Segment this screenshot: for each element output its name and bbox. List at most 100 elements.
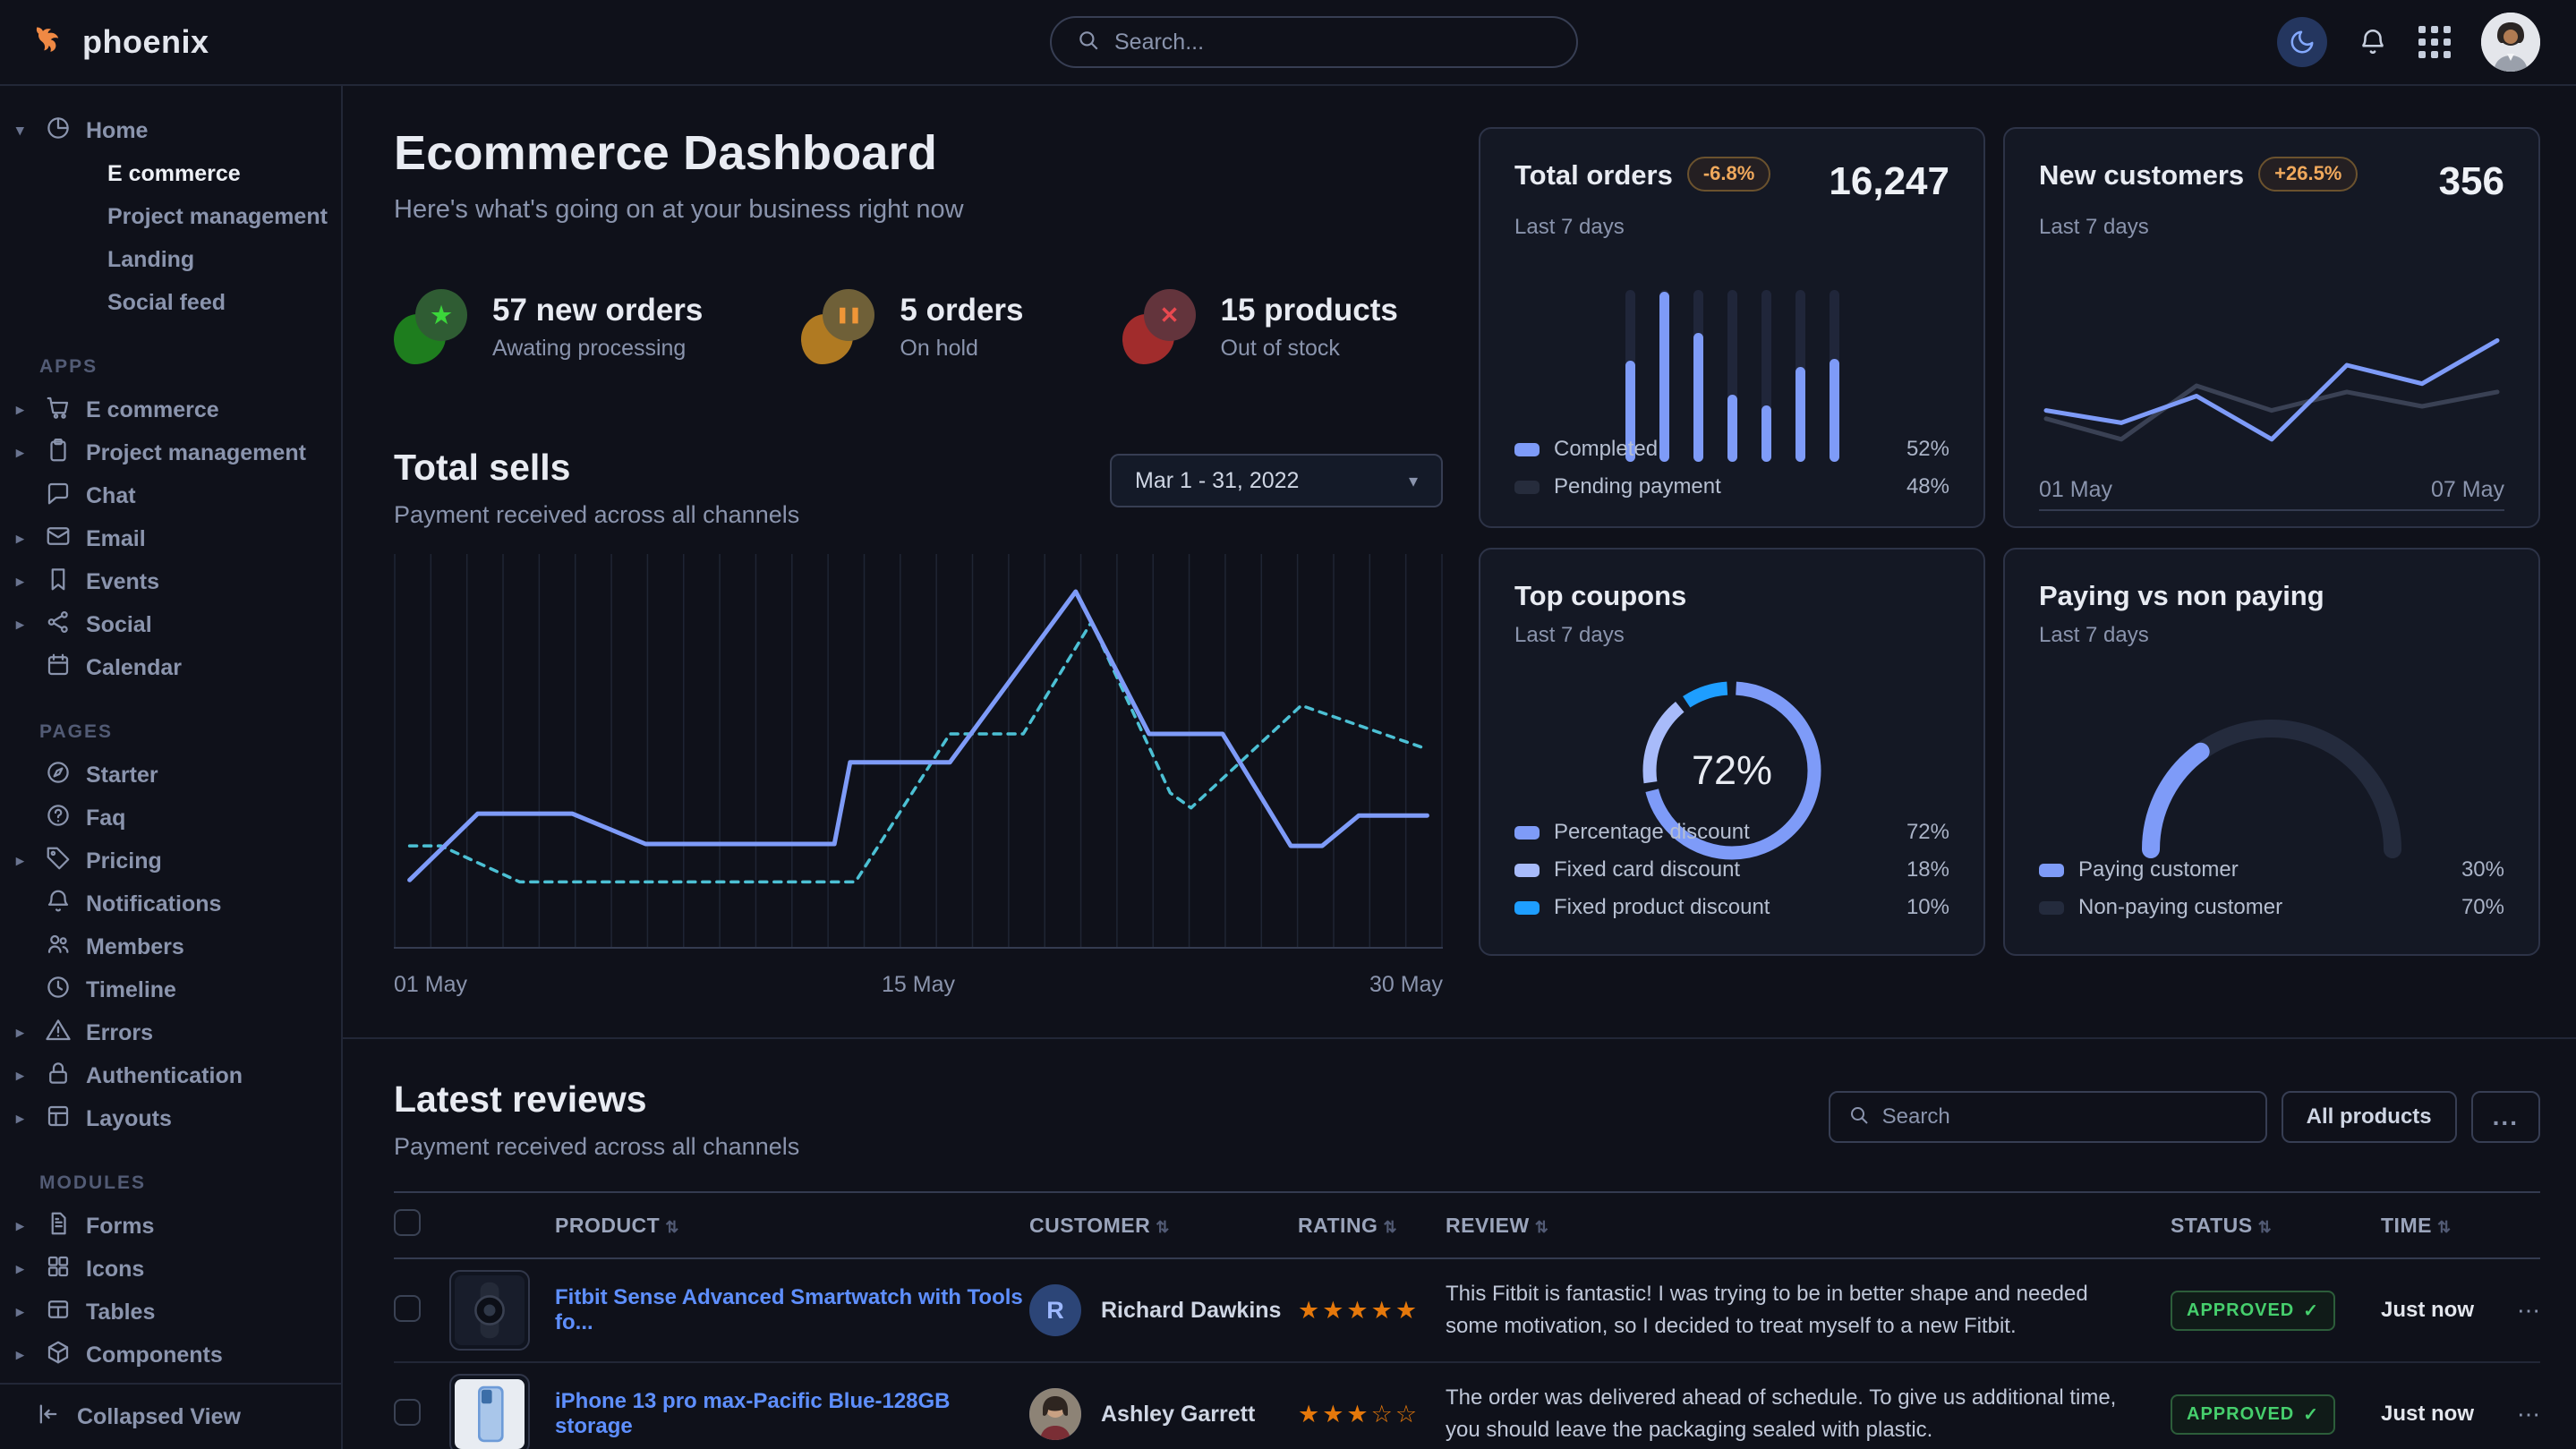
brand[interactable]: phoenix (30, 21, 343, 64)
sidebar-item-notifications[interactable]: Notifications (0, 882, 341, 925)
legend-label: Fixed product discount (1554, 895, 1770, 920)
sidebar-subitem-landing[interactable]: Landing (0, 238, 341, 281)
notifications-bell-icon[interactable] (2358, 27, 2388, 57)
caret-right-icon: ▸ (16, 1110, 30, 1128)
sidebar-subitem-social-feed[interactable]: Social feed (0, 281, 341, 324)
sidebar-item-starter[interactable]: Starter (0, 754, 341, 797)
check-icon: ✓ (2303, 1300, 2319, 1322)
total-orders-period: Last 7 days (1514, 215, 1949, 240)
row-checkbox[interactable] (394, 1399, 421, 1426)
product-link[interactable]: Fitbit Sense Advanced Smartwatch with To… (555, 1285, 1023, 1334)
box-icon (45, 1339, 72, 1372)
table-row: iPhone 13 pro max-Pacific Blue-128GB sto… (394, 1362, 2540, 1449)
sidebar-item-errors[interactable]: ▸Errors (0, 1011, 341, 1054)
sidebar-item-calendar[interactable]: Calendar (0, 646, 341, 689)
users-icon (45, 931, 72, 964)
caret-right-icon: ▸ (16, 1260, 30, 1278)
search-input[interactable] (1114, 30, 1551, 55)
sidebar-item-label: Starter (86, 763, 158, 788)
global-search[interactable] (1050, 16, 1578, 68)
x-status-icon: ✕ (1122, 289, 1198, 364)
caret-right-icon: ▸ (16, 852, 30, 870)
sidebar-item-label: Components (86, 1342, 223, 1368)
column-header-customer[interactable]: CUSTOMER⇅ (1029, 1192, 1298, 1258)
reviews-search[interactable] (1829, 1091, 2267, 1143)
collapsed-view-toggle[interactable]: Collapsed View (0, 1383, 341, 1449)
paying-gauge-chart (2039, 702, 2504, 867)
legend-value: 72% (1906, 820, 1949, 845)
more-options-button[interactable]: ... (2471, 1091, 2540, 1143)
legend-label: Completed (1554, 437, 1658, 462)
legend-label: Percentage discount (1554, 820, 1750, 845)
pause-status-icon: ❚❚ (801, 289, 876, 364)
sidebar-item-label: Calendar (86, 655, 182, 681)
clipboard-icon (45, 437, 72, 470)
sidebar-item-timeline[interactable]: Timeline (0, 968, 341, 1011)
legend-row: Fixed product discount10% (1514, 895, 1949, 920)
stat-0: ★57 new ordersAwating processing (394, 289, 703, 364)
cart-icon (45, 394, 72, 427)
legend-value: 52% (1906, 437, 1949, 462)
date-range-select[interactable]: Mar 1 - 31, 2022 ▾ (1110, 454, 1443, 507)
sidebar-subitem-e-commerce[interactable]: E commerce (0, 152, 341, 195)
date-range-value: Mar 1 - 31, 2022 (1135, 468, 1299, 494)
column-header-time[interactable]: TIME⇅ (2381, 1192, 2506, 1258)
sidebar-item-layouts[interactable]: ▸Layouts (0, 1097, 341, 1140)
sidebar-item-label: Home (86, 118, 148, 144)
sidebar-item-email[interactable]: ▸Email (0, 517, 341, 560)
brand-name: phoenix (82, 23, 209, 61)
search-icon (1077, 29, 1100, 56)
sidebar-item-social[interactable]: ▸Social (0, 603, 341, 646)
sidebar-item-forms[interactable]: ▸Forms (0, 1205, 341, 1248)
sidebar-item-home[interactable]: ▾Home (0, 109, 341, 152)
select-all-checkbox[interactable] (394, 1209, 421, 1236)
sidebar-item-authentication[interactable]: ▸Authentication (0, 1054, 341, 1097)
sidebar-subitem-project-management[interactable]: Project management (0, 195, 341, 238)
sidebar-item-e-commerce[interactable]: ▸E commerce (0, 388, 341, 431)
sort-icon: ⇅ (1156, 1218, 1170, 1236)
grid-icon (45, 1253, 72, 1286)
column-header-rating[interactable]: RATING⇅ (1298, 1192, 1446, 1258)
sidebar-item-icons[interactable]: ▸Icons (0, 1248, 341, 1291)
new-customers-card: New customers +26.5% 356 Last 7 days 01 … (2003, 127, 2540, 528)
sidebar-item-label: Events (86, 569, 159, 595)
tag-icon (45, 845, 72, 878)
sidebar-item-project-management[interactable]: ▸Project management (0, 431, 341, 474)
sidebar-item-pricing[interactable]: ▸Pricing (0, 840, 341, 882)
stat-label: Awating processing (492, 336, 703, 362)
new-customers-title: New customers (2039, 159, 2244, 192)
all-products-button[interactable]: All products (2282, 1091, 2457, 1143)
column-header-status[interactable]: STATUS⇅ (2171, 1192, 2381, 1258)
sidebar-item-chat[interactable]: Chat (0, 474, 341, 517)
row-checkbox[interactable] (394, 1295, 421, 1322)
sidebar-item-components[interactable]: ▸Components (0, 1334, 341, 1377)
sidebar-section-label: MODULES (39, 1171, 341, 1196)
caret-right-icon: ▸ (16, 616, 30, 634)
sidebar-item-faq[interactable]: Faq (0, 797, 341, 840)
row-actions-button[interactable]: ⋯ (2506, 1362, 2540, 1449)
product-thumbnail[interactable] (449, 1374, 530, 1449)
reviews-search-input[interactable] (1882, 1104, 2248, 1129)
caret-right-icon: ▸ (16, 444, 30, 462)
legend-value: 18% (1906, 857, 1949, 882)
user-avatar[interactable] (2481, 13, 2540, 72)
phoenix-logo-icon (30, 21, 70, 64)
sidebar-item-tables[interactable]: ▸Tables (0, 1291, 341, 1334)
product-thumbnail[interactable] (449, 1270, 530, 1351)
apps-grid-icon[interactable] (2418, 26, 2451, 58)
row-actions-button[interactable]: ⋯ (2506, 1258, 2540, 1362)
legend-label: Fixed card discount (1554, 857, 1740, 882)
theme-toggle-moon-icon[interactable] (2277, 17, 2327, 67)
caret-right-icon: ▸ (16, 573, 30, 591)
sidebar-section-label: PAGES (39, 720, 341, 745)
stat-label: Out of stock (1221, 336, 1398, 362)
column-header-review[interactable]: REVIEW⇅ (1446, 1192, 2171, 1258)
legend-row: Fixed card discount 18% (1514, 857, 1949, 882)
column-header-product[interactable]: PRODUCT⇅ (555, 1192, 1029, 1258)
sidebar-item-members[interactable]: Members (0, 925, 341, 968)
clock-icon (45, 974, 72, 1007)
sidebar-nav: ▾HomeE commerceProject managementLanding… (0, 86, 343, 1449)
product-link[interactable]: iPhone 13 pro max-Pacific Blue-128GB sto… (555, 1389, 950, 1438)
sidebar-item-events[interactable]: ▸ Events (0, 560, 341, 603)
collapse-arrow-icon (36, 1402, 61, 1433)
